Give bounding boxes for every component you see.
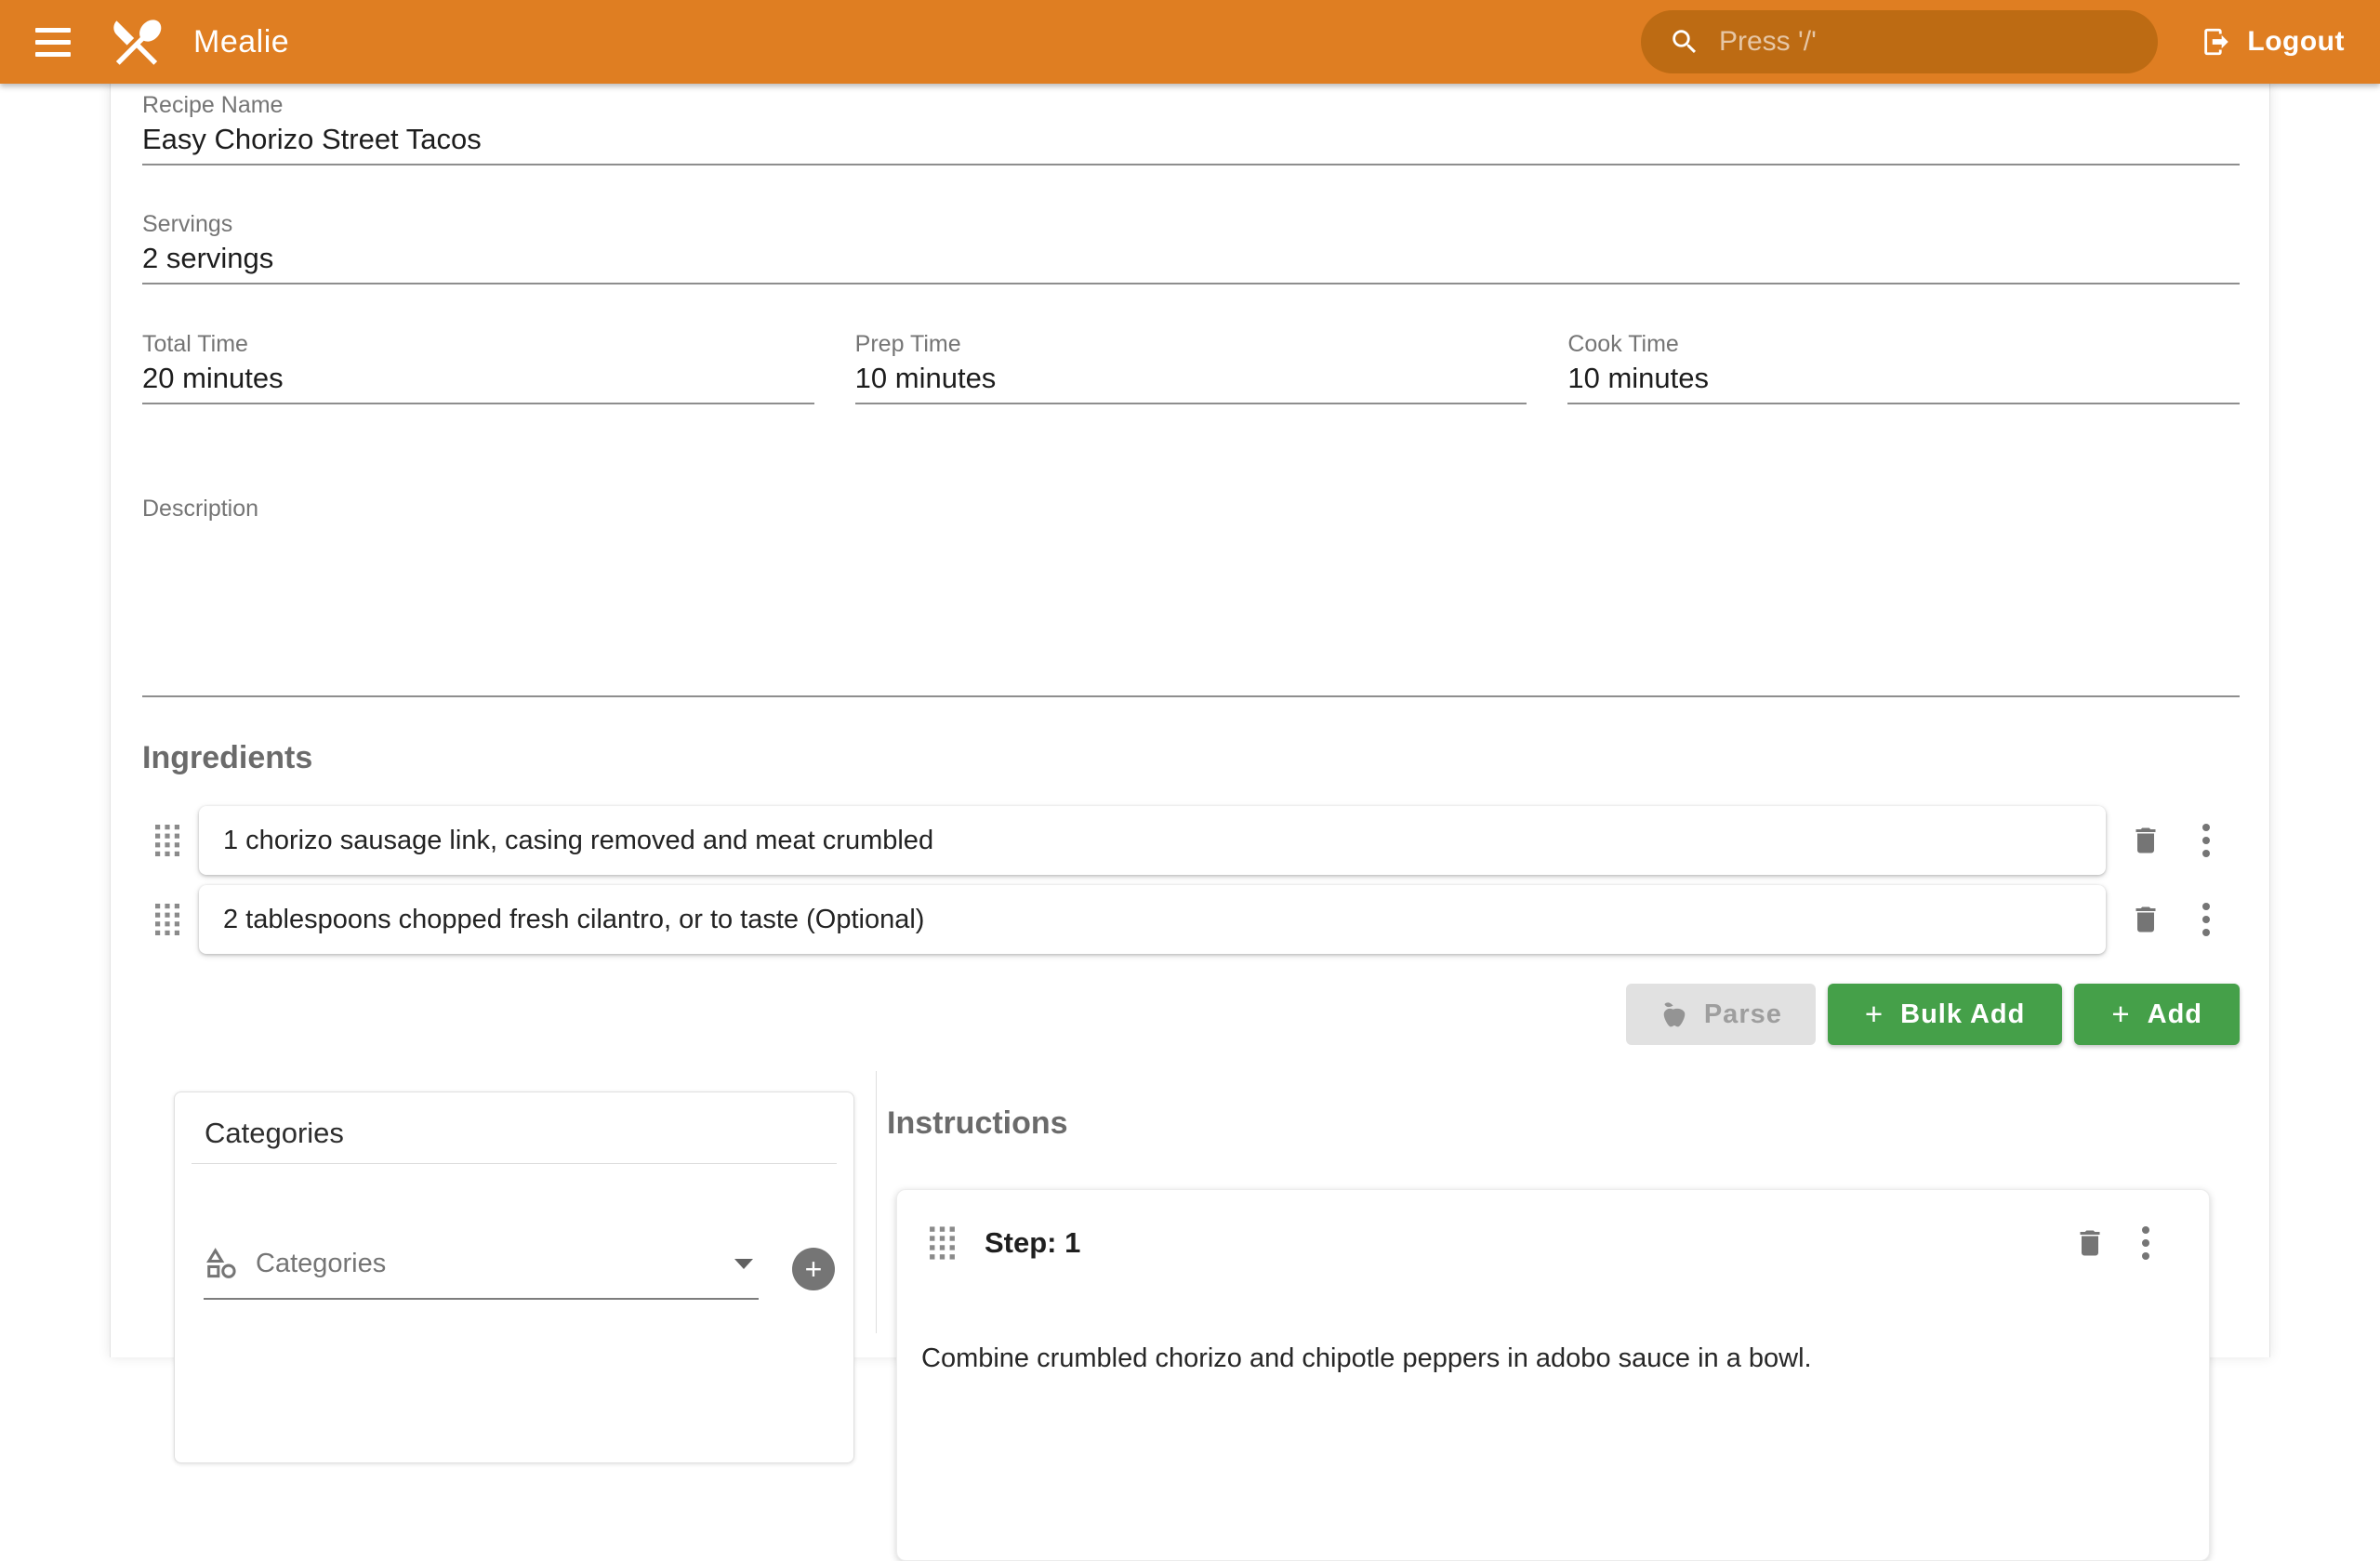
categories-select[interactable]: Categories (204, 1246, 759, 1300)
categories-card-title: Categories (175, 1092, 853, 1163)
servings-label: Servings (142, 210, 2240, 238)
description-input[interactable] (142, 523, 2240, 697)
cook-time-input[interactable]: 10 minutes (1567, 358, 2240, 404)
instructions-column: Instructions (877, 1071, 2240, 1333)
ingredient-text: 1 chorizo sausage link, casing removed a… (223, 826, 933, 856)
cook-time-label: Cook Time (1567, 330, 2240, 358)
ingredient-menu-button[interactable] (2189, 824, 2223, 857)
parse-label: Parse (1704, 999, 1782, 1030)
trash-icon (2073, 1226, 2107, 1260)
description-label: Description (142, 495, 2240, 523)
prep-time-input[interactable]: 10 minutes (855, 358, 1527, 404)
parse-button[interactable]: Parse (1626, 984, 1816, 1045)
ingredient-actions: Parse + Bulk Add + Add (142, 984, 2240, 1045)
plus-icon: + (805, 1254, 823, 1284)
ingredient-menu-button[interactable] (2189, 903, 2223, 936)
ingredient-list: 1 chorizo sausage link, casing removed a… (142, 806, 2240, 954)
categories-select-label: Categories (256, 1249, 386, 1279)
description-field: Description (142, 495, 2240, 697)
chevron-down-icon (734, 1259, 753, 1269)
servings-field: Servings 2 servings (142, 210, 2240, 284)
prep-time-field: Prep Time 10 minutes (855, 330, 1527, 404)
ingredient-input[interactable]: 1 chorizo sausage link, casing removed a… (199, 806, 2106, 875)
recipe-name-input[interactable]: Easy Chorizo Street Tacos (142, 119, 2240, 165)
trash-icon (2129, 824, 2162, 857)
drag-handle-icon[interactable] (152, 822, 181, 859)
shapes-icon (204, 1246, 239, 1281)
total-time-label: Total Time (142, 330, 814, 358)
ingredient-input[interactable]: 2 tablespoons chopped fresh cilantro, or… (199, 885, 2106, 954)
categories-card: Categories Categories (174, 1091, 854, 1463)
delete-ingredient-button[interactable] (2125, 824, 2166, 857)
instruction-step-card: Step: 1 Combine crumbled chorizo and chi… (896, 1189, 2210, 1561)
search-icon (1669, 26, 1700, 58)
kebab-icon (2142, 1226, 2149, 1260)
recipe-editor: Recipe Name Easy Chorizo Street Tacos Se… (110, 84, 2270, 1357)
search-input[interactable] (1719, 26, 2091, 58)
ingredient-row: 1 chorizo sausage link, casing removed a… (142, 806, 2240, 875)
add-label: Add (2148, 999, 2202, 1030)
step-text-input[interactable]: Combine crumbled chorizo and chipotle pe… (921, 1341, 2172, 1376)
delete-step-button[interactable] (2069, 1226, 2110, 1260)
categories-column: Categories Categories (142, 1071, 877, 1333)
search-bar[interactable] (1641, 10, 2158, 73)
step-title: Step: 1 (985, 1226, 1080, 1260)
recipe-name-field: Recipe Name Easy Chorizo Street Tacos (142, 91, 2240, 165)
app-logo-icon (106, 11, 167, 73)
total-time-field: Total Time 20 minutes (142, 330, 814, 404)
plus-icon: + (1865, 997, 1884, 1032)
servings-input[interactable]: 2 servings (142, 238, 2240, 284)
cook-time-field: Cook Time 10 minutes (1567, 330, 2240, 404)
total-time-input[interactable]: 20 minutes (142, 358, 814, 404)
drag-handle-icon[interactable] (928, 1224, 957, 1263)
times-row: Total Time 20 minutes Prep Time 10 minut… (142, 330, 2240, 404)
apple-icon (1659, 999, 1689, 1029)
ingredient-text: 2 tablespoons chopped fresh cilantro, or… (223, 905, 924, 935)
lower-section: Categories Categories (142, 1071, 2240, 1333)
add-category-button[interactable]: + (792, 1248, 835, 1290)
step-header: Step: 1 (897, 1190, 2209, 1263)
plus-icon: + (2111, 997, 2130, 1032)
logout-icon (2201, 26, 2232, 58)
page: { "colors": { "primary_orange": "#DF7E22… (0, 0, 2380, 1357)
menu-button[interactable] (20, 9, 86, 74)
app-bar: Mealie Logout (0, 0, 2380, 84)
bulk-add-label: Bulk Add (1900, 999, 2025, 1030)
step-menu-button[interactable] (2129, 1226, 2162, 1260)
trash-icon (2129, 903, 2162, 936)
prep-time-label: Prep Time (855, 330, 1527, 358)
divider (192, 1163, 837, 1164)
hamburger-icon (35, 28, 71, 33)
ingredients-heading: Ingredients (142, 738, 2240, 777)
logout-label: Logout (2247, 26, 2345, 58)
categories-select-row: Categories + (204, 1246, 853, 1300)
instructions-heading: Instructions (887, 1104, 2210, 1143)
logout-button[interactable]: Logout (2191, 0, 2354, 84)
kebab-icon (2202, 903, 2210, 936)
drag-handle-icon[interactable] (152, 901, 181, 938)
ingredient-row: 2 tablespoons chopped fresh cilantro, or… (142, 885, 2240, 954)
bulk-add-button[interactable]: + Bulk Add (1828, 984, 2062, 1045)
delete-ingredient-button[interactable] (2125, 903, 2166, 936)
app-title: Mealie (193, 24, 289, 60)
kebab-icon (2202, 824, 2210, 857)
recipe-name-label: Recipe Name (142, 91, 2240, 119)
add-button[interactable]: + Add (2074, 984, 2240, 1045)
